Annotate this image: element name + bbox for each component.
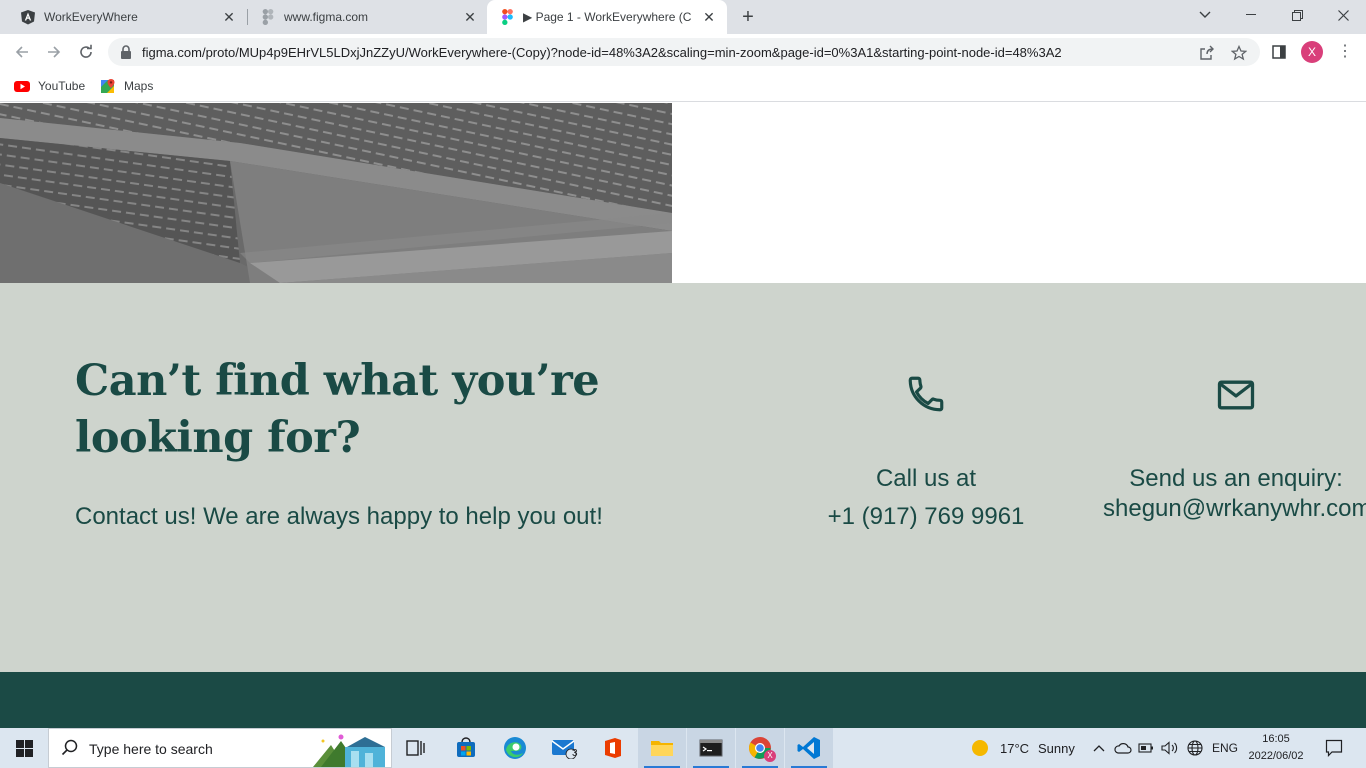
windows-taskbar: Type here to search 3 X 17°C Sunny ENG 1…	[0, 728, 1366, 768]
profile-avatar[interactable]: X	[1301, 41, 1323, 63]
call-label: Call us at	[875, 465, 977, 492]
tab-title: WorkEveryWhere	[44, 10, 138, 24]
bookmark-label: YouTube	[38, 79, 86, 93]
tab-workeverywhere[interactable]: WorkEveryWhere ✕	[0, 0, 247, 34]
vscode-icon[interactable]	[785, 728, 833, 768]
chevron-up-icon[interactable]	[1090, 739, 1108, 757]
mail-icon	[1217, 380, 1255, 410]
edge-icon[interactable]	[491, 728, 539, 768]
notifications-icon[interactable]	[1324, 738, 1344, 758]
clock-date: 2022/06/02	[1248, 750, 1304, 762]
tab-title: www.figma.com	[284, 10, 369, 24]
maps-icon	[100, 78, 116, 94]
lock-icon[interactable]	[120, 45, 134, 59]
close-tab-icon[interactable]: ✕	[701, 9, 717, 25]
youtube-icon	[14, 78, 30, 94]
chrome-profile-badge: X	[764, 750, 776, 762]
angular-icon	[20, 9, 36, 25]
reload-icon[interactable]	[74, 40, 98, 64]
clock-time: 16:05	[1262, 733, 1290, 745]
battery-icon[interactable]	[1138, 739, 1156, 757]
windows-logo-icon	[15, 739, 33, 757]
bookmark-maps[interactable]: Maps	[100, 76, 153, 96]
new-tab-button[interactable]: +	[737, 6, 759, 28]
tab-figma-home[interactable]: www.figma.com ✕	[240, 0, 488, 34]
bookmark-star-icon[interactable]	[1230, 44, 1248, 62]
close-tab-icon[interactable]: ✕	[221, 9, 237, 25]
contact-subline: Contact us! We are always happy to help …	[75, 503, 603, 530]
network-globe-icon[interactable]	[1186, 739, 1204, 757]
phone-number[interactable]: +1 (917) 769 9961	[790, 503, 1062, 531]
email-link[interactable]: shegun@wrkanywhr.com	[1096, 495, 1366, 523]
back-arrow-icon[interactable]	[10, 40, 34, 64]
taskbar-search[interactable]: Type here to search	[48, 728, 392, 768]
enquiry-label: Send us an enquiry:	[1129, 465, 1343, 492]
more-menu-icon[interactable]: ⋮	[1335, 42, 1355, 62]
terminal-icon[interactable]	[687, 728, 735, 768]
tab-figma-proto[interactable]: ▶ Page 1 - WorkEverywhere (Cop ✕	[487, 0, 727, 34]
close-window-icon[interactable]	[1320, 0, 1366, 30]
restore-icon[interactable]	[1274, 0, 1320, 30]
contact-section: Can’t find what you’re looking for? Cont…	[0, 283, 1366, 672]
phone-icon	[908, 376, 944, 412]
weather-condition[interactable]: Sunny	[1038, 728, 1075, 768]
office-icon[interactable]	[589, 728, 637, 768]
side-panel-icon[interactable]	[1270, 43, 1288, 61]
footer	[0, 672, 1366, 728]
bookmark-label: Maps	[124, 79, 154, 93]
onedrive-cloud-icon[interactable]	[1114, 739, 1132, 757]
task-view-icon[interactable]	[392, 728, 440, 768]
search-placeholder: Type here to search	[89, 741, 213, 757]
browser-toolbar: figma.com/proto/MUp4p9EHrVL5LDxjJnZZyU/W…	[0, 34, 1366, 70]
tab-search-chevron-icon[interactable]	[1182, 0, 1228, 30]
language-indicator[interactable]: ENG	[1212, 728, 1238, 768]
address-bar[interactable]: figma.com/proto/MUp4p9EHrVL5LDxjJnZZyU/W…	[108, 38, 1260, 66]
enquiry-block[interactable]: Send us an enquiry: shegun@wrkanywhr.com	[1096, 373, 1366, 523]
start-button[interactable]	[0, 728, 48, 768]
page-viewport[interactable]: Can’t find what you’re looking for? Cont…	[0, 103, 1366, 728]
share-icon[interactable]	[1198, 44, 1216, 62]
weather-sun-icon[interactable]	[970, 739, 990, 757]
search-highlight-art	[311, 731, 391, 767]
store-icon[interactable]	[442, 728, 490, 768]
weather-temp[interactable]: 17°C	[1000, 728, 1029, 768]
minimize-icon[interactable]	[1228, 0, 1274, 30]
url-text[interactable]: figma.com/proto/MUp4p9EHrVL5LDxjJnZZyU/W…	[142, 45, 1162, 60]
file-explorer-icon[interactable]	[638, 728, 686, 768]
system-clock[interactable]: 16:05 2022/06/02	[1238, 731, 1314, 765]
contact-headline: Can’t find what you’re looking for?	[75, 356, 600, 463]
figma-icon	[499, 9, 515, 25]
tab-title: ▶ Page 1 - WorkEverywhere (Cop	[523, 10, 691, 24]
call-us-block[interactable]: Call us at +1 (917) 769 9961	[790, 373, 1062, 531]
volume-icon[interactable]	[1161, 739, 1179, 757]
browser-tab-strip: WorkEveryWhere ✕ www.figma.com ✕ ▶ Page …	[0, 0, 1366, 34]
mail-badge: 3	[572, 748, 578, 759]
forward-arrow-icon[interactable]	[42, 40, 66, 64]
search-icon	[61, 739, 79, 757]
hero-photo	[0, 103, 672, 283]
close-tab-icon[interactable]: ✕	[462, 9, 478, 25]
chrome-icon[interactable]: X	[736, 728, 784, 768]
mail-icon[interactable]: 3	[540, 728, 588, 768]
figma-gray-icon	[260, 9, 276, 25]
bookmark-youtube[interactable]: YouTube	[14, 76, 85, 96]
bookmarks-bar: YouTube Maps	[0, 70, 1366, 102]
